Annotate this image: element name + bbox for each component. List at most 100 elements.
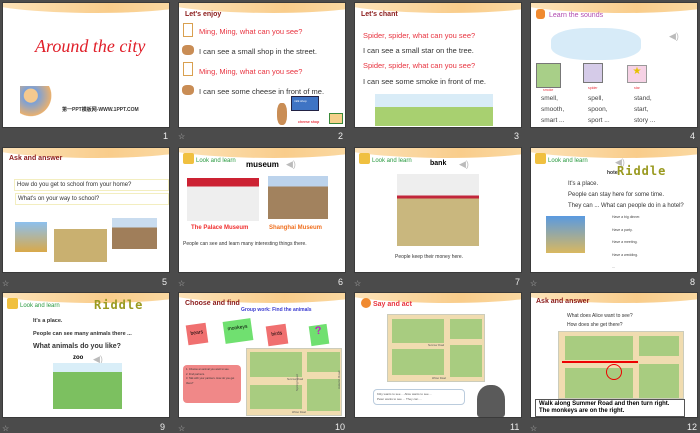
- animation-star-icon: ☆: [178, 279, 186, 288]
- line: They can ... What can people do in a hot…: [568, 203, 684, 209]
- caption: The Palace Museum: [191, 225, 249, 231]
- slide-element: ...: [612, 265, 615, 269]
- speaker-icon[interactable]: ◀): [669, 31, 679, 42]
- slide-thumbnail-11[interactable]: Say and act Summer Road Winter Road Kitt…: [354, 292, 522, 418]
- riddle-title: Riddle: [94, 298, 144, 312]
- line: People can stay here for some time.: [568, 192, 665, 198]
- slide-element: [565, 368, 633, 398]
- header-wave: [531, 148, 697, 158]
- slide-thumbnail-12[interactable]: Ask and answer What does Alice want to s…: [530, 292, 698, 418]
- vocab-word: zoo: [73, 355, 84, 361]
- road-label: Spring Road: [295, 374, 299, 391]
- slide-thumbnail-3[interactable]: Let's chant Spider, spider, what can you…: [354, 2, 522, 128]
- bank-of-china-photo: [397, 174, 479, 246]
- slide-thumbnail-2[interactable]: Let's enjoy Ming, Ming, what can you see…: [178, 2, 346, 128]
- steps-box: 1. Choose an animal you want to see. 2. F…: [183, 365, 241, 403]
- slide-heading: Look and learn: [548, 158, 588, 164]
- slide-heading: Look and learn: [372, 158, 412, 164]
- arrow-label: cheese shop: [298, 120, 320, 124]
- slide-thumbnail-9[interactable]: Look and learn Riddle It's a place. Peop…: [2, 292, 170, 418]
- chant-cloud: [551, 28, 641, 60]
- header-wave: [179, 148, 345, 158]
- note-question[interactable]: ?: [308, 323, 330, 347]
- slide-element: Have a party.: [612, 227, 633, 232]
- slide-number: 4: [690, 131, 696, 141]
- slide-element: [392, 319, 444, 343]
- slide-thumbnail-5[interactable]: Ask and answer How do you get to school …: [2, 147, 170, 273]
- vocab-word: museum: [246, 160, 279, 169]
- slide-element: [639, 336, 679, 356]
- slide-thumbnail-6[interactable]: Look and learn museum ◀) The Palace Muse…: [178, 147, 346, 273]
- footer-text: 第一PPT模板网-WWW.1PPT.COM: [62, 107, 139, 113]
- slide-number: 7: [515, 277, 521, 287]
- slide-element: Have a wedding.: [612, 252, 639, 257]
- subheading: Group work: Find the animals: [241, 307, 312, 313]
- mascot-icon: [536, 9, 545, 19]
- note-bears[interactable]: bears: [185, 322, 209, 346]
- slide-number: 5: [162, 277, 168, 287]
- line: I can see some cheese in front of me.: [199, 87, 325, 96]
- slide-thumbnail-4[interactable]: Learn the sounds ◀) ★ smoke spider star …: [530, 2, 698, 128]
- word: sport ...: [588, 117, 610, 124]
- city-map: Summer Road Winter Road: [387, 314, 485, 382]
- word: stand,: [634, 95, 652, 102]
- slide-number: 8: [690, 277, 696, 287]
- mascot-icon: [361, 298, 371, 308]
- city-map: [558, 331, 684, 399]
- line: Ming, Ming, what can you see?: [199, 27, 303, 36]
- slide-number: 3: [514, 131, 520, 141]
- house-icon: [329, 113, 343, 124]
- card-label: star: [634, 86, 640, 90]
- slide-number: 10: [335, 422, 346, 432]
- speech-bubble: Kitty wants to see ... Alice wants to se…: [373, 389, 465, 405]
- word-column: stand, start, story ...: [634, 93, 655, 126]
- slide-number: 1: [163, 131, 169, 141]
- slide-heading: Choose and find: [185, 300, 240, 307]
- slide-thumbnail-1[interactable]: Around the city 第一PPT模板网-WWW.1PPT.COM: [2, 2, 170, 128]
- slide-element: Have a big dinner.: [612, 215, 641, 219]
- slide-heading: Say and act: [373, 301, 412, 308]
- mascot-icon: [535, 153, 546, 164]
- question-box: What's on your way to school?: [15, 193, 169, 205]
- speaker-icon[interactable]: ◀): [459, 159, 469, 170]
- slide-thumbnail-8[interactable]: Look and learn ◀) hotel Riddle It's a pl…: [530, 147, 698, 273]
- word: start,: [634, 106, 649, 113]
- slide-number: 12: [687, 422, 698, 432]
- slide-element: [307, 379, 340, 411]
- slide-thumbnail-7[interactable]: Look and learn bank ◀) People keep their…: [354, 147, 522, 273]
- slide-element: [639, 364, 679, 398]
- silhouette-image: [477, 385, 505, 417]
- speaker-icon[interactable]: ◀): [286, 159, 296, 170]
- header-wave: [3, 3, 169, 13]
- slide-element: [450, 345, 482, 377]
- slide-thumbnail-10[interactable]: Choose and find Group work: Find the ani…: [178, 292, 346, 418]
- note-birds[interactable]: birds: [265, 323, 289, 347]
- word: story ...: [634, 117, 656, 124]
- card-star: ★: [627, 65, 647, 83]
- slide-heading: Ask and answer: [536, 298, 590, 305]
- line: Spider, spider, what can you see?: [363, 61, 476, 70]
- vocab-word: bank: [430, 160, 447, 167]
- question-box: How do you get to school from your home?: [14, 179, 169, 191]
- note-monkeys[interactable]: monkeys: [222, 318, 254, 344]
- slide-number: 9: [160, 422, 166, 432]
- slide-heading: Let's chant: [361, 11, 398, 18]
- mascot-icon: [7, 298, 18, 309]
- card-smoke: [536, 63, 561, 88]
- slide-number: 6: [338, 277, 344, 287]
- line: I can see a small star on the tree.: [363, 46, 474, 55]
- hotel-photo: [546, 216, 585, 253]
- slide-element: Peter wants to see ... They can ...: [377, 397, 422, 401]
- slide-number: 11: [510, 422, 520, 432]
- word: smooth,: [541, 106, 565, 113]
- route-line: [562, 361, 638, 363]
- animation-star-icon: ☆: [530, 279, 538, 288]
- card-label: spider: [588, 86, 598, 90]
- card-label: smoke: [543, 88, 554, 92]
- highlight-circle: [606, 364, 622, 380]
- road-label: Summer Road: [428, 344, 445, 347]
- word: smell,: [541, 95, 558, 102]
- question: What does Alice want to see?: [567, 313, 633, 319]
- road-label: Winter Road: [432, 377, 446, 380]
- road-label: Winter Road: [292, 411, 306, 414]
